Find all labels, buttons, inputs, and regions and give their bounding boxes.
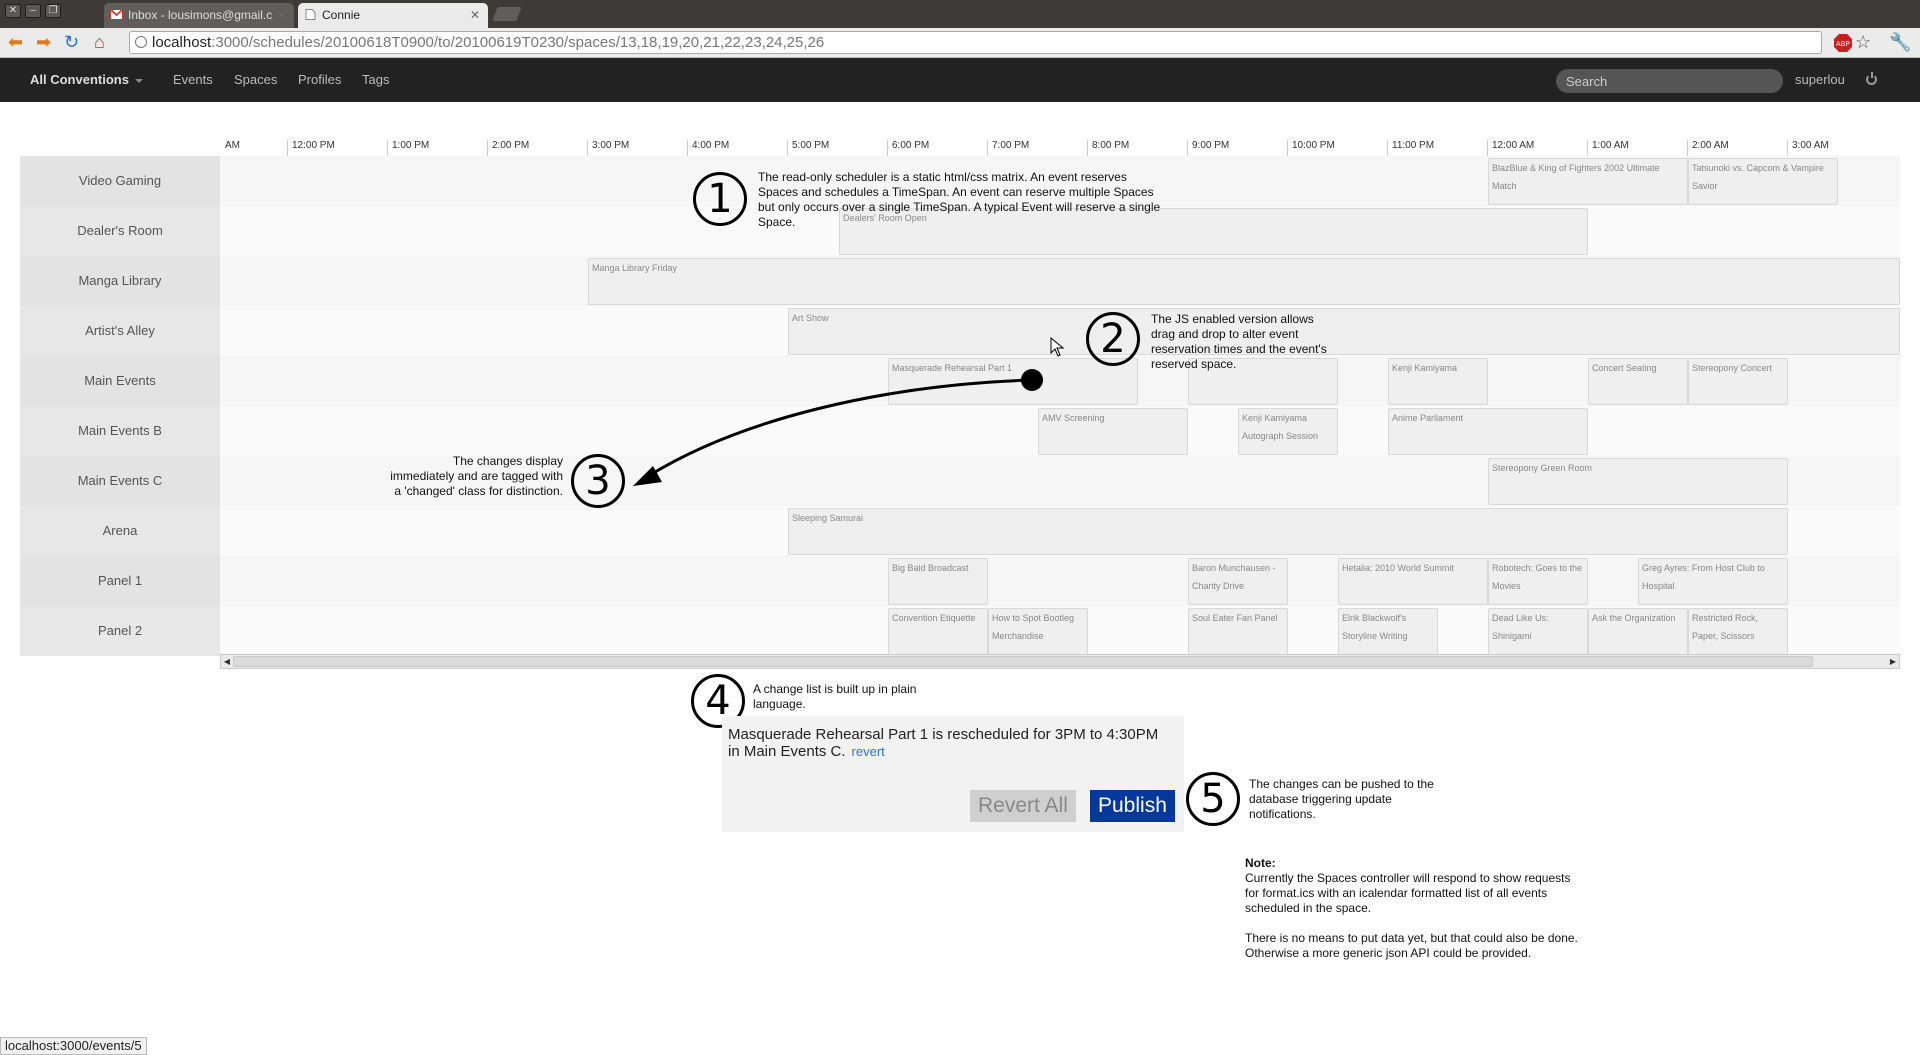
note-paragraph-2: There is no means to put data yet, but t… [1245, 931, 1578, 960]
annotation-text-5: The changes can be pushed to the databas… [1249, 777, 1434, 821]
mouse-cursor-icon [1050, 337, 1064, 357]
status-bar: localhost:3000/events/5 [0, 1037, 147, 1055]
note-paragraph-1: Currently the Spaces controller will res… [1245, 871, 1571, 915]
annotation-number-5: 5 [1186, 772, 1240, 826]
annotation-number-2: 2 [1086, 312, 1140, 366]
revert-all-button[interactable]: Revert All [970, 790, 1076, 822]
change-item: Masquerade Rehearsal Part 1 is reschedul… [728, 726, 1168, 760]
revert-link[interactable]: revert [852, 744, 885, 759]
annotation-arrow [633, 369, 1043, 486]
publish-button[interactable]: Publish [1090, 790, 1175, 822]
annotation-text-4: A change list is built up in plain langu… [753, 682, 917, 711]
annotation-text-2: The JS enabled version allows drag and d… [1151, 312, 1327, 371]
change-list-panel: Masquerade Rehearsal Part 1 is reschedul… [722, 716, 1184, 832]
note-title: Note: [1245, 856, 1276, 870]
developer-note: Note: Currently the Spaces controller wi… [1245, 856, 1585, 961]
annotation-number-3: 3 [571, 454, 625, 508]
annotation-text-1: The read-only scheduler is a static html… [758, 170, 1161, 229]
annotation-number-1: 1 [693, 172, 747, 226]
annotation-text-3: The changes display immediately and are … [390, 454, 563, 498]
change-description: Masquerade Rehearsal Part 1 is reschedul… [728, 726, 1159, 760]
